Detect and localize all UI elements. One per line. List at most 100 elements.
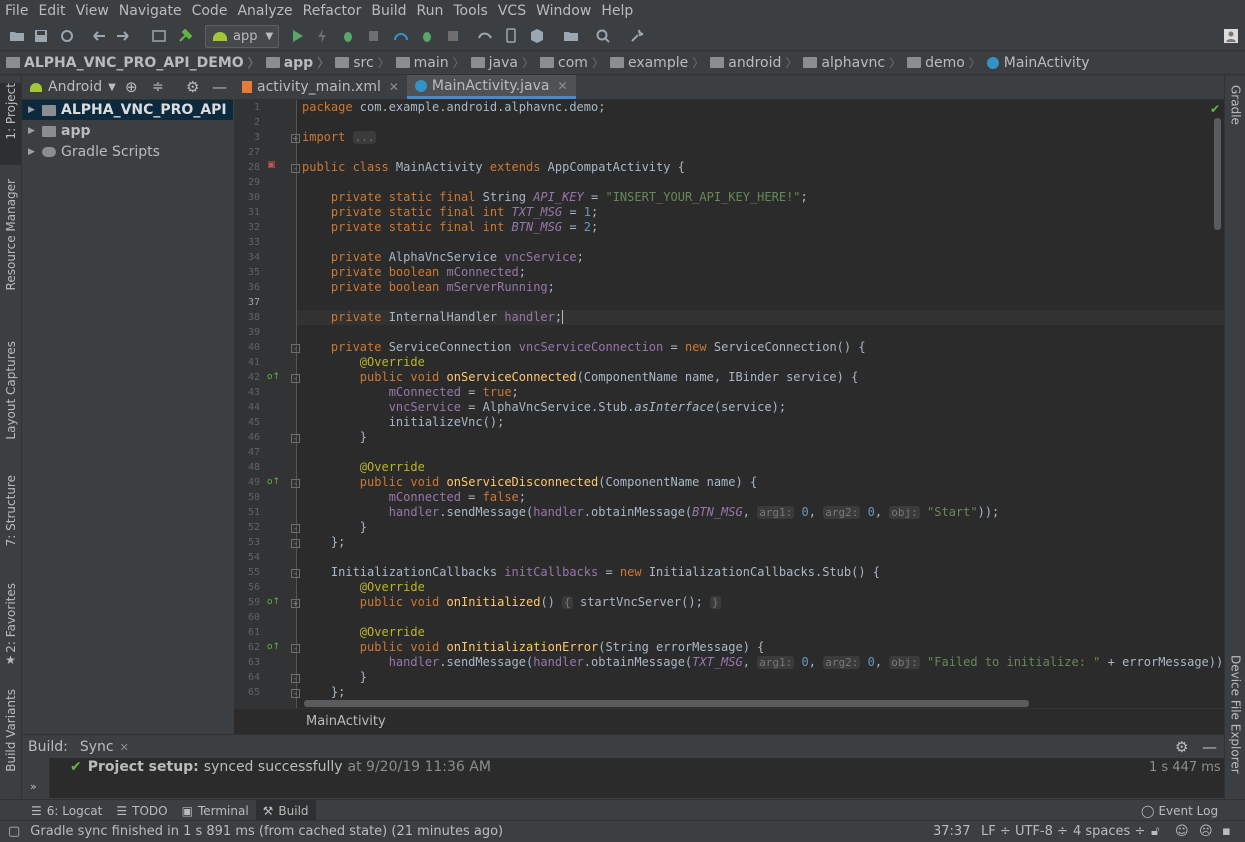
line-number[interactable]: 46 <box>234 432 260 443</box>
line-number[interactable]: 53 <box>234 537 260 548</box>
indent-setting[interactable]: 4 spaces ÷ <box>1073 824 1145 839</box>
collapse-all-icon[interactable]: ≑ <box>152 79 164 95</box>
line-number[interactable]: 45 <box>234 417 260 428</box>
gear-icon[interactable]: ⚙ <box>1175 738 1188 756</box>
line-number[interactable]: 51 <box>234 507 260 518</box>
code-area[interactable]: package com.example.android.alphavnc.dem… <box>302 100 1224 708</box>
line-number[interactable]: 65 <box>234 687 260 698</box>
tab-resource-manager[interactable]: Resource Manager <box>0 179 21 290</box>
menu-refactor[interactable]: Refactor <box>298 0 367 22</box>
status-message[interactable]: Gradle sync finished in 1 s 891 ms (from… <box>30 824 503 839</box>
breadcrumb-item[interactable]: MainActivity <box>981 55 1090 71</box>
open-folder-icon[interactable] <box>6 25 28 47</box>
breadcrumb-item[interactable]: android 〉 <box>704 54 797 71</box>
breadcrumb-item[interactable]: example 〉 <box>604 54 704 71</box>
line-number[interactable]: 47 <box>234 447 260 458</box>
code-editor[interactable]: 1 2 3 27 28 29 30 31 32 33 34 35 36 37 38 39 40 41 42 43 44 4… <box>234 100 1224 708</box>
attach-debugger-icon[interactable] <box>363 25 385 47</box>
line-number[interactable]: 48 <box>234 462 260 473</box>
class-hierarchy-icon[interactable]: ▣ <box>267 160 276 170</box>
fold-marker-icon[interactable]: - <box>291 164 300 173</box>
fold-marker-icon[interactable]: - <box>291 344 300 353</box>
toggle-tool-windows-icon[interactable]: ▢ <box>8 824 20 839</box>
line-number[interactable]: 37 <box>234 297 260 308</box>
line-number[interactable]: 44 <box>234 402 260 413</box>
settings-wrench-icon[interactable] <box>626 25 648 47</box>
line-number[interactable]: 42 <box>234 372 260 383</box>
vertical-scrollbar[interactable] <box>1214 118 1221 230</box>
line-number[interactable]: 3 <box>234 132 260 143</box>
expand-arrow-icon[interactable]: ▶ <box>28 105 36 115</box>
smile-feedback-icon[interactable]: ☺ <box>1175 824 1189 839</box>
file-encoding[interactable]: UTF-8 ÷ <box>1015 824 1068 839</box>
line-number[interactable]: 28 <box>234 162 260 173</box>
line-number[interactable]: 64 <box>234 672 260 683</box>
override-method-icon[interactable]: o↑ <box>267 477 280 487</box>
tree-item-root-module[interactable]: ▶ ALPHA_VNC_PRO_API <box>22 100 233 120</box>
stop-icon[interactable] <box>442 25 464 47</box>
line-number[interactable]: 2 <box>234 117 260 128</box>
line-number[interactable]: 34 <box>234 252 260 263</box>
build-status-row[interactable]: ✔ Project setup: synced successfully at … <box>70 759 491 775</box>
line-number[interactable]: 39 <box>234 327 260 338</box>
tree-item-app[interactable]: ▶ app <box>22 121 233 141</box>
editor-gutter[interactable]: 1 2 3 27 28 29 30 31 32 33 34 35 36 37 38 39 40 41 42 43 44 4… <box>234 100 297 708</box>
tab-terminal[interactable]: ▣ Terminal <box>175 800 256 821</box>
avd-manager-icon[interactable] <box>500 25 522 47</box>
horizontal-scrollbar[interactable] <box>304 700 1029 707</box>
locate-target-icon[interactable]: ⊕ <box>125 78 138 96</box>
close-icon[interactable]: ✕ <box>558 79 568 93</box>
profile-gauge-icon[interactable] <box>390 25 412 47</box>
run-configuration-dropdown[interactable]: app ▼ <box>205 25 279 48</box>
fold-marker-icon[interactable]: - <box>291 434 300 443</box>
breadcrumb-item[interactable]: java 〉 <box>465 54 534 71</box>
menu-build[interactable]: Build <box>366 0 411 22</box>
lock-icon[interactable]: 🔓︎ <box>1151 824 1159 839</box>
line-number[interactable]: 62 <box>234 642 260 653</box>
apply-changes-icon[interactable] <box>311 25 333 47</box>
override-method-icon[interactable]: o↑ <box>267 642 280 652</box>
line-number[interactable]: 61 <box>234 627 260 638</box>
tree-item-gradle-scripts[interactable]: ▶ Gradle Scripts <box>22 142 233 162</box>
fold-marker-icon[interactable]: - <box>291 644 300 653</box>
menu-run[interactable]: Run <box>412 0 449 22</box>
search-icon[interactable] <box>592 25 614 47</box>
fold-marker-icon[interactable]: + <box>291 599 300 608</box>
line-number[interactable]: 33 <box>234 237 260 248</box>
line-separator[interactable]: LF ÷ <box>981 824 1011 839</box>
tab-favorites[interactable]: 2: Favorites ★ <box>0 583 21 667</box>
tab-build-variants[interactable]: Build Variants <box>0 689 21 772</box>
project-view-dropdown[interactable]: Android <box>48 79 102 95</box>
debug-bug-icon[interactable] <box>337 25 359 47</box>
tab-build[interactable]: ⚒ Build <box>255 800 316 821</box>
memory-indicator-icon[interactable]: ▪ <box>1222 824 1231 839</box>
close-icon[interactable]: ✕ <box>120 741 129 754</box>
menu-vcs[interactable]: VCS <box>493 0 531 22</box>
sync-gradle-icon[interactable] <box>474 25 496 47</box>
menu-view[interactable]: View <box>71 0 114 22</box>
breadcrumb-item[interactable]: main 〉 <box>390 54 465 71</box>
menu-analyze[interactable]: Analyze <box>232 0 297 22</box>
breadcrumb-item[interactable]: com 〉 <box>534 54 604 71</box>
line-number[interactable]: 60 <box>234 612 260 623</box>
fold-marker-icon[interactable]: - <box>291 524 300 533</box>
sync-icon[interactable] <box>56 25 78 47</box>
sad-feedback-icon[interactable]: ☹ <box>1199 824 1213 839</box>
tab-logcat[interactable]: ☰ 6: Logcat <box>24 800 109 821</box>
tab-layout-captures[interactable]: Layout Captures <box>0 341 21 440</box>
run-play-icon[interactable] <box>286 25 308 47</box>
line-number[interactable]: 32 <box>234 222 260 233</box>
fold-marker-icon[interactable]: - <box>291 674 300 683</box>
expand-arrow-icon[interactable]: ▶ <box>28 147 36 157</box>
gear-icon[interactable]: ⚙ <box>186 78 199 96</box>
fold-marker-icon[interactable]: - <box>291 479 300 488</box>
line-number[interactable]: 38 <box>234 312 260 323</box>
make-project-hammer-icon[interactable] <box>174 25 196 47</box>
line-number[interactable]: 43 <box>234 387 260 398</box>
line-number[interactable]: 31 <box>234 207 260 218</box>
line-number[interactable]: 59 <box>234 597 260 608</box>
menu-code[interactable]: Code <box>187 0 233 22</box>
back-arrow-icon[interactable] <box>88 25 110 47</box>
line-number[interactable]: 27 <box>234 147 260 158</box>
line-number[interactable]: 36 <box>234 282 260 293</box>
